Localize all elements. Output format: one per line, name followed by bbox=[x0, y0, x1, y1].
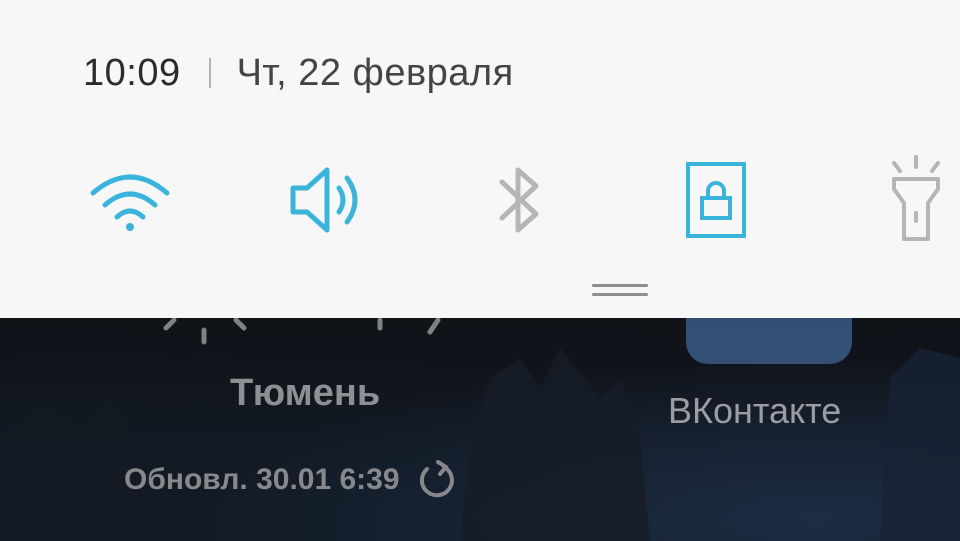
weather-updated-row[interactable]: Обновл. 30.01 6:39 bbox=[124, 458, 458, 502]
vk-app-label[interactable]: ВКонтакте bbox=[668, 390, 841, 432]
quick-setting-bluetooth[interactable] bbox=[470, 150, 570, 250]
status-header: 10:09 Чт, 22 февраля bbox=[83, 48, 514, 98]
flashlight-icon bbox=[892, 155, 940, 241]
quick-settings-row bbox=[0, 150, 960, 250]
clock[interactable]: 10:09 bbox=[83, 52, 181, 95]
refresh-icon[interactable] bbox=[414, 458, 458, 502]
wifi-icon bbox=[90, 174, 170, 231]
quick-setting-flashlight[interactable] bbox=[866, 150, 960, 250]
notification-shade: 10:09 Чт, 22 февраля bbox=[0, 0, 960, 318]
date-label[interactable]: Чт, 22 февраля bbox=[237, 52, 514, 95]
screen-lock-icon bbox=[686, 162, 746, 238]
weather-updated-text: Обновл. 30.01 6:39 bbox=[124, 463, 400, 496]
weather-city[interactable]: Тюмень bbox=[230, 372, 380, 415]
quick-setting-sound[interactable] bbox=[276, 150, 376, 250]
divider bbox=[208, 58, 211, 88]
quick-setting-screen-lock[interactable] bbox=[666, 150, 766, 250]
shade-drag-handle[interactable] bbox=[592, 284, 648, 300]
quick-setting-wifi[interactable] bbox=[80, 150, 180, 250]
vk-app-icon[interactable] bbox=[686, 318, 852, 364]
weather-icons-partial bbox=[160, 317, 450, 348]
volume-icon bbox=[290, 167, 358, 233]
bluetooth-icon bbox=[499, 167, 539, 233]
